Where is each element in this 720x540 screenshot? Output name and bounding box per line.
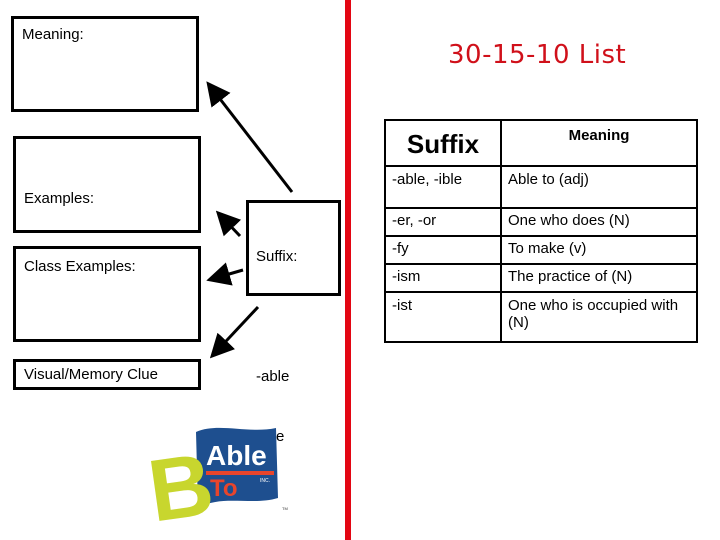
class-examples-label: Class Examples:	[24, 258, 136, 275]
header-suffix: Suffix	[384, 119, 502, 167]
meaning-cell: Able to (adj)	[500, 165, 698, 209]
class-examples-box: Class Examples:	[13, 246, 201, 342]
meaning-cell: One who does (N)	[500, 207, 698, 237]
examples-box: Examples: Usable Edibile	[13, 136, 201, 327]
table-row: -able, -ible Able to (adj)	[384, 165, 698, 209]
visual-memory-clue-box: Visual/Memory Clue	[13, 359, 201, 390]
suffix-table: Suffix Meaning -able, -ible Able to (adj…	[384, 119, 698, 343]
table-row: -fy To make (v)	[384, 235, 698, 265]
examples-label: Examples:	[24, 190, 95, 207]
meaning-cell: To make (v)	[500, 235, 698, 265]
meaning-cell: The practice of (N)	[500, 263, 698, 293]
meaning-cell: One who is occupied with (N)	[500, 291, 698, 343]
suffix-cell: -ism	[384, 263, 502, 293]
arrow-to-class-examples	[206, 262, 244, 286]
table-row: -ism The practice of (N)	[384, 263, 698, 293]
meaning-box: Meaning:	[11, 16, 199, 112]
arrow-to-meaning	[206, 81, 294, 193]
visual-memory-clue-label: Visual/Memory Clue	[24, 366, 158, 383]
suffix-cell: -ist	[384, 291, 502, 343]
logo-inc: INC.	[260, 478, 270, 484]
table-row: -ist One who is occupied with (N)	[384, 291, 698, 343]
arrow-to-visual-clue	[209, 305, 260, 359]
table-row: -er, -or One who does (N)	[384, 207, 698, 237]
suffix-box: Suffix: -able -ible	[246, 200, 341, 445]
logo-word-to: To	[210, 475, 238, 502]
suffix-cell: -able, -ible	[384, 165, 502, 209]
arrow-to-examples	[215, 210, 242, 238]
table-header-row: Suffix Meaning	[384, 119, 698, 167]
bableto-logo: B Able To INC. TM	[148, 427, 288, 530]
red-divider	[345, 0, 351, 540]
page-title: 30-15-10 List	[448, 40, 627, 70]
suffix-cell: -fy	[384, 235, 502, 265]
suffix-box-label: Suffix:	[256, 248, 298, 265]
header-meaning: Meaning	[500, 119, 698, 167]
suffix-item: -able	[256, 368, 290, 385]
logo-word-able: Able	[206, 440, 267, 471]
suffix-cell: -er, -or	[384, 207, 502, 237]
logo-tm: TM	[282, 506, 288, 511]
meaning-label: Meaning:	[22, 26, 84, 43]
